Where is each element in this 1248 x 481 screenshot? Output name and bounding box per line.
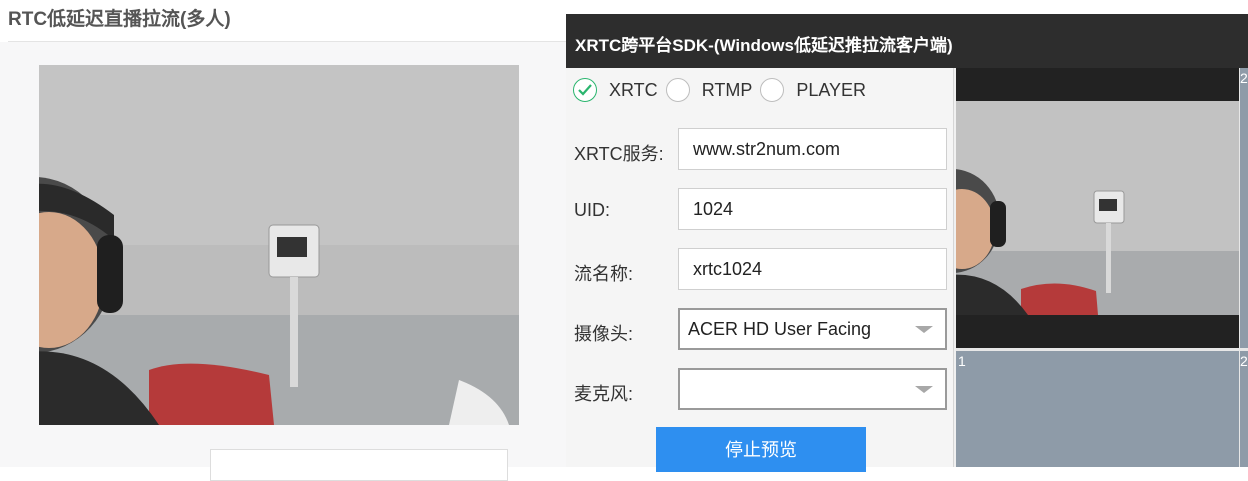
camera-label: 摄像头: <box>574 324 634 344</box>
background-input[interactable] <box>210 449 508 481</box>
title-bar[interactable]: XRTC跨平台SDK-(Windows低延迟推拉流客户端) <box>566 14 1248 68</box>
stream-name-label: 流名称: <box>574 264 634 284</box>
radio-circle <box>760 78 785 102</box>
microphone-select[interactable] <box>678 368 947 410</box>
page-title: RTC低延迟直播拉流(多人) <box>8 9 231 30</box>
cell-index: 2 <box>1240 353 1248 369</box>
radio-player[interactable]: PLAYER <box>760 78 866 102</box>
chevron-down-icon <box>915 386 933 393</box>
radio-xrtc[interactable]: XRTC <box>573 78 658 102</box>
stream-name-input[interactable]: xrtc1024 <box>678 248 947 290</box>
camera-select[interactable]: ACER HD User Facing <box>678 308 947 350</box>
mode-selector: XRTC RTMP PLAYER <box>573 76 872 104</box>
stop-preview-button[interactable]: 停止预览 <box>656 427 866 472</box>
window-title: XRTC跨平台SDK-(Windows低延迟推拉流客户端) <box>575 36 953 55</box>
settings-panel: XRTC RTMP PLAYER XRTC服务: www.str2num.com… <box>566 68 954 472</box>
cell-index: 2 <box>1240 70 1248 86</box>
camera-select-value: ACER HD User Facing <box>688 319 872 339</box>
radio-label-xrtc: XRTC <box>609 79 658 100</box>
uid-label: UID: <box>574 200 610 220</box>
radio-label-rtmp: RTMP <box>701 79 753 100</box>
video-cell-4[interactable]: 2 <box>1240 351 1248 467</box>
check-icon <box>578 84 592 96</box>
server-label: XRTC服务: <box>574 144 664 164</box>
radio-circle <box>665 78 690 102</box>
microphone-label: 麦克风: <box>574 384 634 404</box>
cell-index: 1 <box>958 353 966 369</box>
uid-input[interactable]: 1024 <box>678 188 947 230</box>
video-cell-2[interactable] <box>1240 68 1248 348</box>
radio-label-player: PLAYER <box>796 79 867 100</box>
server-input[interactable]: www.str2num.com <box>678 128 947 170</box>
app-window: XRTC跨平台SDK-(Windows低延迟推拉流客户端) XRTC RTMP … <box>566 14 1248 472</box>
chevron-down-icon <box>915 326 933 333</box>
radio-rtmp[interactable]: RTMP <box>665 78 753 102</box>
preview-video <box>39 65 519 425</box>
video-grid: 1 1 2 2 <box>956 68 1248 467</box>
remote-video <box>956 101 1239 315</box>
radio-circle <box>573 78 597 102</box>
video-cell-1[interactable]: 1 <box>956 68 1239 348</box>
video-cell-3[interactable]: 1 <box>956 351 1239 467</box>
cell-index: 1 <box>1238 70 1239 86</box>
